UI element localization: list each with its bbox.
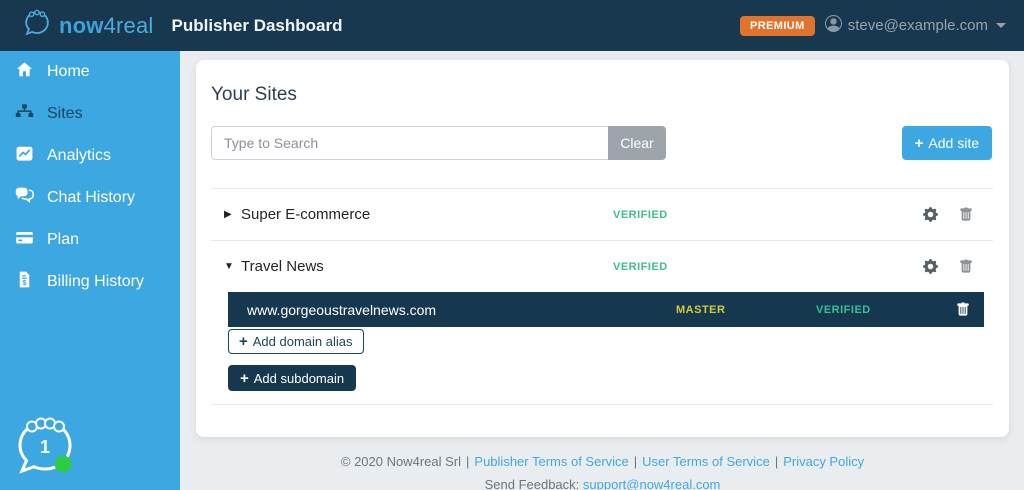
credit-card-icon [15,228,34,252]
feedback-email-link[interactable]: support@now4real.com [583,477,720,490]
sidebar-item-label: Sites [47,105,83,122]
footer-feedback-line: Send Feedback: support@now4real.com [196,477,1009,490]
site-row-super-ecommerce: ▶ Super E-commerce VERIFIED [211,189,993,240]
main-content: Your Sites Clear + Add site ▶ Super E-co… [180,51,1024,490]
copyright-text: © 2020 Now4real Srl [340,454,462,469]
user-tos-link[interactable]: User Terms of Service [642,454,770,469]
logo-wordmark: now4real [59,12,154,38]
premium-badge: PREMIUM [739,15,815,36]
publisher-tos-link[interactable]: Publisher Terms of Service [474,454,628,469]
trash-icon[interactable] [959,259,973,274]
user-email: steve@example.com [847,17,988,34]
privacy-policy-link[interactable]: Privacy Policy [783,454,864,469]
your-sites-card: Your Sites Clear + Add site ▶ Super E-co… [196,60,1009,437]
footer-legal-line: © 2020 Now4real Srl | Publisher Terms of S… [340,454,865,469]
divider [211,404,993,405]
site-row-travel-news: ▼ Travel News VERIFIED [211,241,993,292]
collapse-caret-icon[interactable]: ▼ [224,261,241,272]
settings-gear-icon[interactable] [923,259,938,274]
sidebar-item-plan[interactable]: Plan [0,219,180,261]
domain-row: www.gorgeoustravelnews.com MASTER VERIFI… [228,292,984,327]
top-navbar: now4real Publisher Dashboard PREMIUM ste… [0,0,1024,51]
sidebar-item-label: Billing History [47,273,144,290]
verified-status-badge: VERIFIED [613,208,668,221]
plus-icon: + [914,134,924,152]
add-site-button[interactable]: + Add site [901,126,992,160]
billing-invoice-icon: $ [15,270,34,294]
domain-name: www.gorgeoustravelnews.com [247,301,437,318]
verified-status-badge: VERIFIED [613,260,668,273]
settings-gear-icon[interactable] [923,207,938,222]
search-input[interactable] [211,126,608,160]
chevron-down-icon [996,23,1006,28]
home-icon [15,60,34,84]
user-account-menu[interactable]: steve@example.com [824,14,1006,37]
sidebar-item-chat-history[interactable]: Chat History [0,177,180,219]
sidebar-item-analytics[interactable]: Analytics [0,135,180,177]
verified-status-badge: VERIFIED [816,303,871,316]
add-domain-alias-button[interactable]: + Add domain alias [228,329,364,354]
add-subdomain-button[interactable]: + Add subdomain [228,365,357,391]
chat-bubbles-icon [15,186,34,210]
plus-icon: + [240,369,249,387]
sidebar-item-billing-history[interactable]: $ Billing History [0,261,180,303]
footer: © 2020 Now4real Srl | Publisher Terms of S… [196,454,1009,490]
trash-icon[interactable] [956,302,984,317]
feedback-label: Send Feedback: [484,477,580,490]
clear-button[interactable]: Clear [608,126,666,160]
sidebar-item-sites[interactable]: Sites [0,93,180,135]
sidebar-item-label: Chat History [47,189,136,206]
speech-bubble-logo-icon [22,8,52,43]
trash-icon[interactable] [959,207,973,222]
sidebar: Home Sites Analytics Chat History Plan $… [0,51,180,490]
person-icon [824,14,842,37]
card-heading: Your Sites [211,84,297,105]
sidebar-item-home[interactable]: Home [0,51,180,93]
sitemap-icon [15,102,34,126]
now4real-logo[interactable]: now4real [22,8,154,43]
sidebar-item-label: Plan [47,231,80,248]
site-name[interactable]: Travel News [241,258,613,275]
unread-count-badge: 1 [40,437,50,457]
master-role-badge: MASTER [676,303,726,316]
sidebar-item-label: Analytics [47,147,112,164]
page-title: Publisher Dashboard [171,15,343,35]
expand-caret-icon[interactable]: ▶ [224,209,241,220]
online-status-dot [54,455,72,473]
analytics-icon [15,144,34,168]
plus-icon: + [239,333,248,350]
site-name[interactable]: Super E-commerce [241,206,613,223]
now4real-chat-widget[interactable]: 1 [8,413,82,488]
sidebar-item-label: Home [47,63,90,80]
